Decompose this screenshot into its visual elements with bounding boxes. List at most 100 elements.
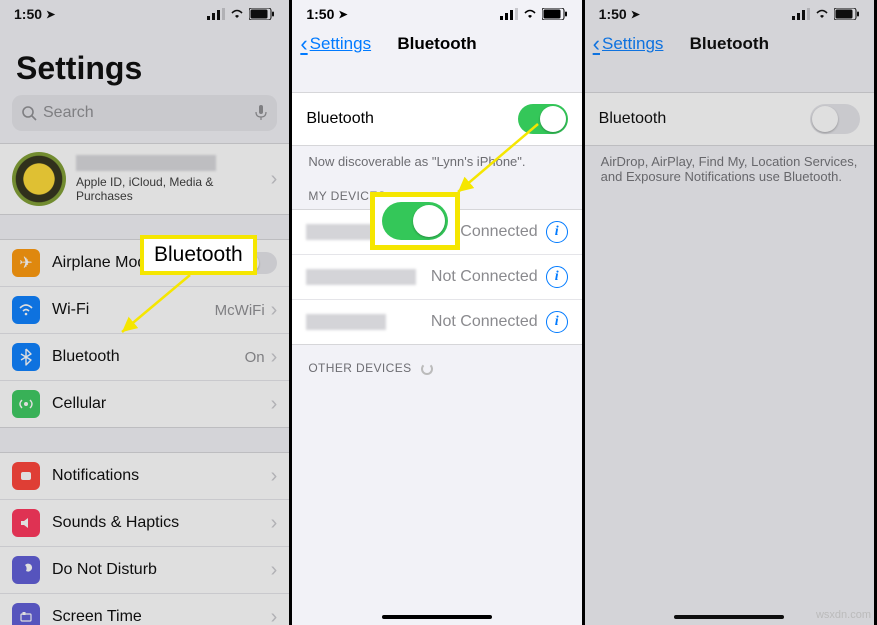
row-dnd[interactable]: Do Not Disturb › [0, 546, 289, 593]
notifications-icon [12, 462, 40, 490]
watermark: wsxdn.com [816, 609, 871, 621]
battery-icon [834, 8, 860, 20]
bluetooth-off-note: AirDrop, AirPlay, Find My, Location Serv… [585, 146, 874, 188]
bluetooth-master-row[interactable]: Bluetooth [292, 93, 581, 145]
mic-icon[interactable] [255, 105, 267, 121]
info-icon[interactable]: i [546, 266, 568, 288]
spinner-icon [421, 363, 433, 375]
sounds-icon [12, 509, 40, 537]
device-name-redacted [306, 314, 386, 330]
nav-title: Bluetooth [397, 34, 476, 54]
device-status: Not Connected [431, 313, 538, 331]
row-screentime[interactable]: Screen Time › [0, 593, 289, 625]
back-button[interactable]: ‹ Settings [300, 24, 371, 64]
page-title: Settings [0, 24, 289, 95]
dnd-icon [12, 556, 40, 584]
callout-switch-enlarged [370, 192, 460, 250]
screenshot-bluetooth-off: 1:50 ➤ ‹ Settings Bluetooth Bluetooth Ai… [585, 0, 877, 625]
screenshot-bluetooth-on: 1:50 ➤ ‹ Settings Bluetooth Bluetooth No… [292, 0, 584, 625]
screentime-icon [12, 603, 40, 625]
nav-title: Bluetooth [690, 34, 769, 54]
search-placeholder: Search [43, 104, 94, 122]
row-notifications[interactable]: Notifications › [0, 453, 289, 499]
nav-header: ‹ Settings Bluetooth [292, 24, 581, 64]
chevron-right-icon: › [271, 559, 278, 582]
cellular-signal-icon [792, 8, 810, 20]
chevron-right-icon: › [271, 168, 278, 191]
status-bar: 1:50 ➤ [585, 0, 874, 24]
row-label: Bluetooth [599, 110, 667, 128]
row-cellular[interactable]: Cellular › [0, 380, 289, 427]
row-label: Bluetooth [306, 110, 374, 128]
status-bar: 1:50 ➤ [0, 0, 289, 24]
row-label: Wi-Fi [52, 301, 215, 319]
chevron-right-icon: › [271, 465, 278, 488]
status-bar: 1:50 ➤ [292, 0, 581, 24]
location-icon: ➤ [46, 8, 55, 21]
back-label: Settings [602, 34, 663, 54]
row-label: Cellular [52, 395, 271, 413]
row-bluetooth[interactable]: Bluetooth On › [0, 333, 289, 380]
cellular-icon [12, 390, 40, 418]
battery-icon [249, 8, 275, 20]
location-icon: ➤ [338, 8, 347, 21]
row-label: Do Not Disturb [52, 561, 271, 579]
bluetooth-master-row[interactable]: Bluetooth [585, 93, 874, 145]
row-detail: On [245, 349, 265, 366]
device-name-redacted [306, 269, 416, 285]
other-devices-header: OTHER DEVICES [292, 345, 581, 381]
back-label: Settings [310, 34, 371, 54]
apple-id-row[interactable]: Apple ID, iCloud, Media & Purchases › [0, 143, 289, 215]
chevron-right-icon: › [271, 606, 278, 625]
row-label: Sounds & Haptics [52, 514, 271, 532]
profile-subtitle: Apple ID, iCloud, Media & Purchases [76, 175, 261, 203]
bluetooth-toggle-on[interactable] [518, 104, 568, 134]
cellular-signal-icon [500, 8, 518, 20]
home-indicator[interactable] [382, 615, 492, 619]
bluetooth-icon [12, 343, 40, 371]
row-label: Screen Time [52, 608, 271, 625]
chevron-left-icon: ‹ [593, 31, 600, 57]
chevron-left-icon: ‹ [300, 31, 307, 57]
device-row[interactable]: Not Connected i [292, 254, 581, 299]
info-icon[interactable]: i [546, 311, 568, 333]
status-time: 1:50 [599, 6, 627, 22]
home-indicator[interactable] [674, 615, 784, 619]
wifi-icon [814, 8, 830, 20]
info-icon[interactable]: i [546, 221, 568, 243]
location-icon: ➤ [631, 8, 640, 21]
chevron-right-icon: › [271, 393, 278, 416]
wifi-icon [522, 8, 538, 20]
battery-icon [542, 8, 568, 20]
settings-group-alerts: Notifications › Sounds & Haptics › Do No… [0, 452, 289, 625]
search-icon [22, 106, 37, 121]
cellular-signal-icon [207, 8, 225, 20]
device-status: t Connected [451, 223, 537, 241]
chevron-right-icon: › [271, 299, 278, 322]
status-time: 1:50 [306, 6, 334, 22]
row-sounds[interactable]: Sounds & Haptics › [0, 499, 289, 546]
wifi-icon [229, 8, 245, 20]
search-input[interactable]: Search [12, 95, 277, 131]
chevron-right-icon: › [271, 346, 278, 369]
switch-graphic [382, 202, 448, 240]
discoverable-note: Now discoverable as "Lynn's iPhone". [292, 146, 581, 173]
other-devices-label: OTHER DEVICES [308, 361, 411, 375]
chevron-right-icon: › [271, 512, 278, 535]
row-label: Notifications [52, 467, 271, 485]
avatar [12, 152, 66, 206]
row-label: Bluetooth [52, 348, 245, 366]
bluetooth-toggle-off[interactable] [810, 104, 860, 134]
back-button[interactable]: ‹ Settings [593, 24, 664, 64]
airplane-icon: ✈ [12, 249, 40, 277]
callout-bluetooth-label: Bluetooth [140, 235, 257, 275]
device-status: Not Connected [431, 268, 538, 286]
profile-name-redacted [76, 155, 216, 171]
wifi-settings-icon [12, 296, 40, 324]
row-wifi[interactable]: Wi-Fi McWiFi › [0, 286, 289, 333]
screenshot-settings-root: 1:50 ➤ Settings Search Apple ID, iCloud,… [0, 0, 292, 625]
device-row[interactable]: Not Connected i [292, 299, 581, 344]
status-time: 1:50 [14, 6, 42, 22]
row-detail: McWiFi [215, 302, 265, 319]
nav-header: ‹ Settings Bluetooth [585, 24, 874, 64]
